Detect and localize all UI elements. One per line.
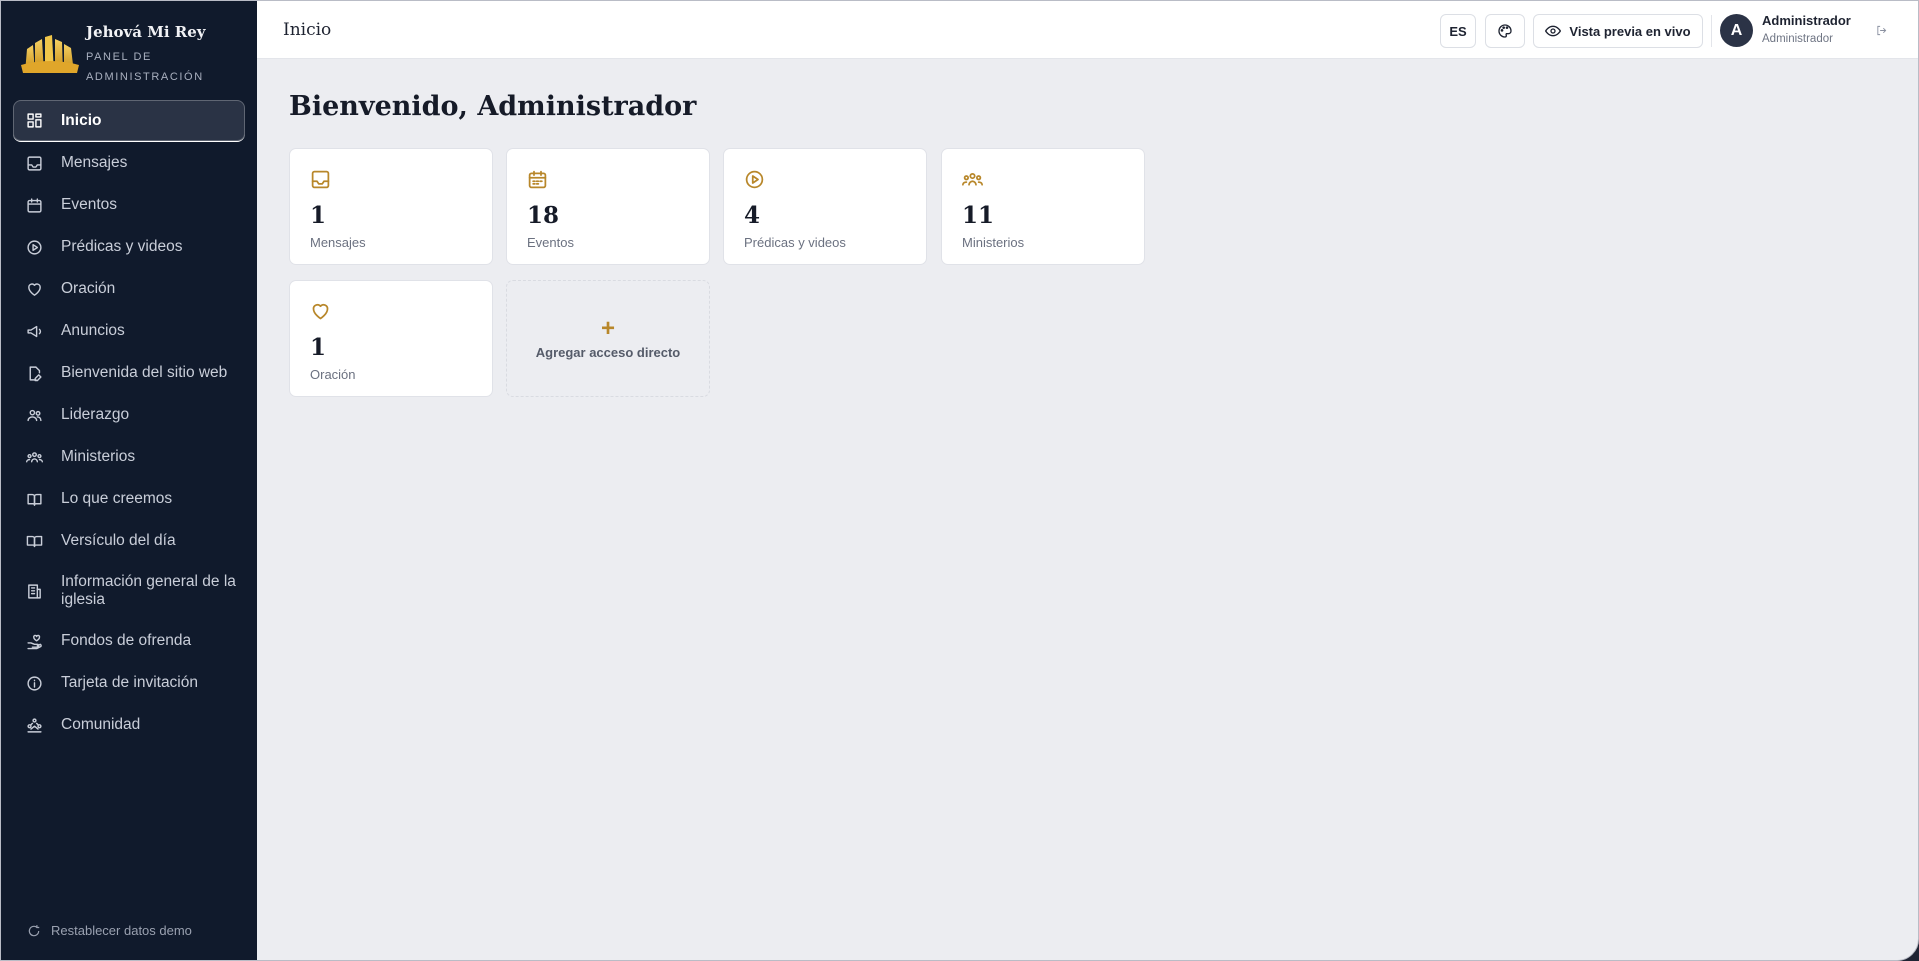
sidebar-item-label: Liderazgo — [61, 406, 130, 423]
sidebar-item-label: Comunidad — [61, 716, 141, 733]
plus-icon: + — [600, 315, 615, 342]
language-button[interactable]: ES — [1440, 14, 1476, 48]
inbox-icon — [25, 154, 43, 172]
brand: Jehová Mi Rey PANEL DE ADMINISTRACIÓN — [21, 19, 251, 89]
reset-demo-button[interactable]: Restablecer datos demo — [27, 923, 192, 938]
logout-icon — [1877, 25, 1887, 36]
sidebar-item-label: Fondos de ofrenda — [61, 632, 192, 649]
book-icon — [25, 532, 43, 550]
user-name: Administrador — [1762, 13, 1851, 28]
stat-card-mensajes[interactable]: 1 Mensajes — [289, 148, 493, 265]
topbar-divider — [1711, 15, 1712, 47]
sidebar-item-label: Anuncios — [61, 322, 125, 339]
stat-count: 1 — [310, 202, 327, 229]
sidebar: Jehová Mi Rey PANEL DE ADMINISTRACIÓN In… — [1, 1, 257, 960]
sidebar-item-lo-que-creemos[interactable]: Lo que creemos — [13, 478, 245, 520]
users-icon — [25, 406, 43, 424]
group-icon — [962, 169, 984, 191]
stat-card-predicas[interactable]: 4 Prédicas y videos — [723, 148, 927, 265]
info-icon — [25, 674, 43, 692]
add-shortcut-label: Agregar acceso directo — [535, 345, 681, 360]
avatar[interactable]: A — [1720, 14, 1753, 47]
sidebar-item-inicio[interactable]: Inicio — [13, 100, 245, 142]
sidebar-item-mensajes[interactable]: Mensajes — [13, 142, 245, 184]
welcome-heading: Bienvenido, Administrador — [289, 91, 697, 122]
brand-title: Jehová Mi Rey — [86, 23, 206, 41]
stat-card-ministerios[interactable]: 11 Ministerios — [941, 148, 1145, 265]
sidebar-item-informacion-iglesia[interactable]: Información general de la iglesia — [13, 562, 245, 620]
sidebar-item-label: Inicio — [61, 111, 102, 129]
stat-count: 1 — [310, 334, 327, 361]
sidebar-item-comunidad[interactable]: Comunidad — [13, 704, 245, 746]
live-preview-label: Vista previa en vivo — [1569, 23, 1691, 39]
sidebar-item-anuncios[interactable]: Anuncios — [13, 310, 245, 352]
group-icon — [25, 448, 43, 466]
sidebar-item-label: Versículo del día — [61, 532, 176, 549]
stat-label: Eventos — [527, 235, 574, 250]
stat-label: Ministerios — [962, 235, 1025, 250]
stat-count: 11 — [962, 202, 995, 229]
sidebar-item-oracion[interactable]: Oración — [13, 268, 245, 310]
sidebar-item-fondos[interactable]: Fondos de ofrenda — [13, 620, 245, 662]
sidebar-item-label: Oración — [61, 280, 116, 297]
reset-demo-label: Restablecer datos demo — [51, 923, 192, 938]
stat-label: Mensajes — [310, 235, 366, 250]
book-open-icon — [25, 490, 43, 508]
app-window: Jehová Mi Rey PANEL DE ADMINISTRACIÓN In… — [0, 0, 1919, 961]
sidebar-item-label: Lo que creemos — [61, 490, 173, 507]
stat-count: 18 — [527, 202, 560, 229]
logout-button[interactable] — [1876, 23, 1890, 37]
refresh-icon — [28, 924, 40, 936]
live-preview-button[interactable]: Vista previa en vivo — [1533, 14, 1703, 48]
sidebar-item-label: Bienvenida del sitio web — [61, 364, 228, 381]
theme-button[interactable] — [1485, 14, 1525, 48]
brand-subtitle: PANEL DE ADMINISTRACIÓN — [86, 51, 204, 83]
sidebar-item-label: Tarjeta de invitación — [61, 674, 198, 691]
sidebar-item-liderazgo[interactable]: Liderazgo — [13, 394, 245, 436]
calendar-icon — [527, 169, 549, 191]
file-edit-icon — [25, 364, 43, 382]
heart-icon — [25, 280, 43, 298]
calendar-icon — [25, 196, 43, 214]
sidebar-item-versiculo[interactable]: Versículo del día — [13, 520, 245, 562]
stat-card-oracion[interactable]: 1 Oración — [289, 280, 493, 397]
community-icon — [25, 716, 43, 734]
sidebar-item-tarjeta[interactable]: Tarjeta de invitación — [13, 662, 245, 704]
palette-icon — [1498, 24, 1512, 38]
sidebar-item-label: Mensajes — [61, 154, 128, 171]
sidebar-item-bienvenida[interactable]: Bienvenida del sitio web — [13, 352, 245, 394]
grid-icon — [25, 112, 43, 130]
sidebar-item-ministerios[interactable]: Ministerios — [13, 436, 245, 478]
sidebar-item-label: Información general de la iglesia — [61, 573, 236, 608]
hand-heart-icon — [25, 632, 43, 650]
sidebar-nav: Inicio Mensajes Eventos Prédicas y video… — [13, 100, 245, 746]
sidebar-item-predicas[interactable]: Prédicas y videos — [13, 226, 245, 268]
sidebar-item-label: Ministerios — [61, 448, 136, 465]
topbar: Inicio ES Vista previa en vivo A Adminis… — [257, 1, 1918, 59]
stat-label: Prédicas y videos — [744, 235, 846, 250]
building-icon — [25, 582, 43, 600]
play-circle-icon — [744, 169, 766, 191]
sidebar-item-eventos[interactable]: Eventos — [13, 184, 245, 226]
inbox-icon — [310, 169, 332, 191]
crown-logo-icon — [21, 35, 79, 73]
stat-card-eventos[interactable]: 18 Eventos — [506, 148, 710, 265]
megaphone-icon — [25, 322, 43, 340]
play-circle-icon — [25, 238, 43, 256]
eye-icon — [1545, 25, 1562, 37]
stat-label: Oración — [310, 367, 356, 382]
user-role: Administrador — [1762, 33, 1833, 45]
sidebar-item-label: Prédicas y videos — [61, 238, 183, 255]
stat-count: 4 — [744, 202, 761, 229]
add-shortcut-button[interactable]: + Agregar acceso directo — [506, 280, 710, 397]
page-title: Inicio — [283, 20, 332, 40]
heart-icon — [310, 301, 332, 323]
sidebar-item-label: Eventos — [61, 196, 118, 213]
